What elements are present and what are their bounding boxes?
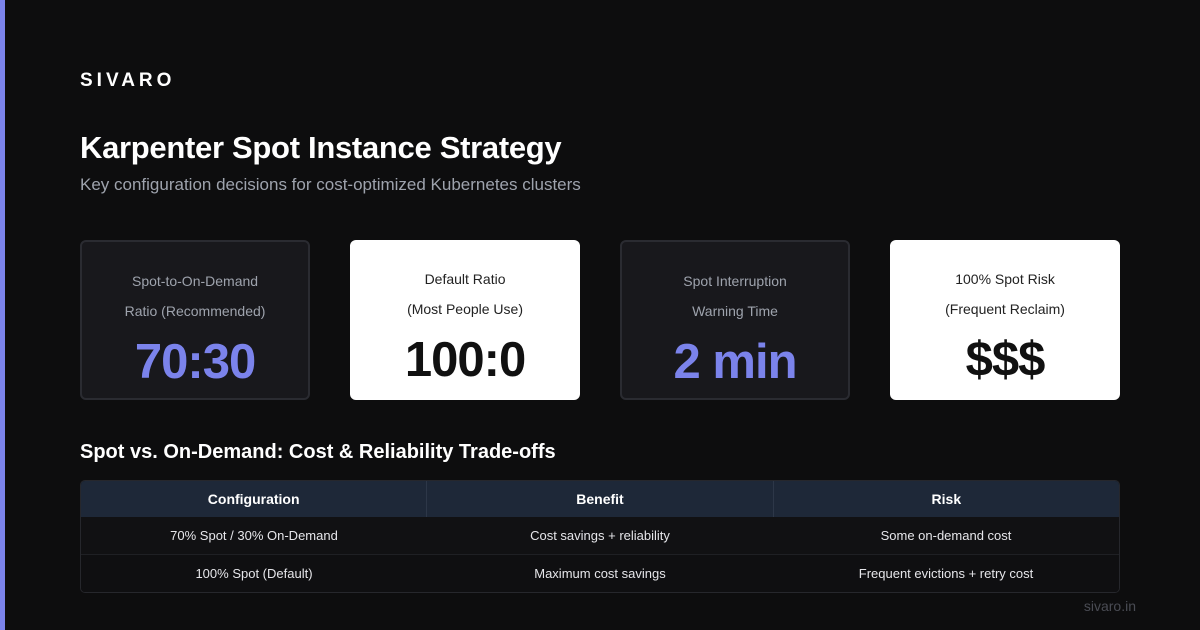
section-title: Spot vs. On-Demand: Cost & Reliability T… xyxy=(80,441,556,463)
stat-card-interruption-warning: Spot Interruption Warning Time 2 min xyxy=(620,240,851,400)
table-row: 70% Spot / 30% On-Demand Cost savings + … xyxy=(81,517,1119,555)
stat-card-value: 100:0 xyxy=(404,333,526,387)
stat-card-label: (Frequent Reclaim) xyxy=(945,301,1065,317)
stat-card-label: Warning Time xyxy=(692,303,778,319)
footer-url: sivaro.in xyxy=(1083,598,1136,614)
table-cell: Frequent evictions + retry cost xyxy=(858,566,1034,581)
stat-card-spot-risk: 100% Spot Risk (Frequent Reclaim) $$$ xyxy=(890,240,1120,400)
stat-card-value: 2 min xyxy=(673,335,798,389)
table-cell: 100% Spot (Default) xyxy=(195,566,313,581)
table-header: Configuration Benefit Risk xyxy=(81,481,1119,517)
stat-card-label: Default Ratio xyxy=(424,271,506,287)
brand-logo: SIVARO xyxy=(80,70,176,91)
stat-card-label: (Most People Use) xyxy=(407,301,523,317)
table-cell: Cost savings + reliability xyxy=(530,528,670,543)
table-row: 100% Spot (Default) Maximum cost savings… xyxy=(81,555,1119,592)
stat-card-label: Ratio (Recommended) xyxy=(124,303,266,319)
column-header-configuration: Configuration xyxy=(81,481,428,517)
accent-bar xyxy=(0,0,5,630)
column-header-benefit: Benefit xyxy=(427,481,774,517)
stat-card-value: 70:30 xyxy=(134,335,256,389)
stat-cards: Spot-to-On-Demand Ratio (Recommended) 70… xyxy=(80,240,1120,400)
stat-card-label: Spot Interruption xyxy=(683,273,787,289)
table-cell: Maximum cost savings xyxy=(534,566,666,581)
stat-card-default-ratio: Default Ratio (Most People Use) 100:0 xyxy=(350,240,580,400)
tradeoffs-table: Configuration Benefit Risk 70% Spot / 30… xyxy=(80,480,1120,593)
stat-card-label: Spot-to-On-Demand xyxy=(132,273,259,289)
page-subtitle: Key configuration decisions for cost-opt… xyxy=(80,175,581,194)
column-header-risk: Risk xyxy=(931,491,962,507)
stat-card-label: 100% Spot Risk xyxy=(955,271,1055,287)
stat-card-recommended-ratio: Spot-to-On-Demand Ratio (Recommended) 70… xyxy=(80,240,311,400)
table-cell: 70% Spot / 30% On-Demand xyxy=(170,528,338,543)
table-cell: Some on-demand cost xyxy=(880,528,1012,543)
stat-card-value: $$$ xyxy=(965,333,1046,387)
page-title: Karpenter Spot Instance Strategy xyxy=(80,130,562,165)
